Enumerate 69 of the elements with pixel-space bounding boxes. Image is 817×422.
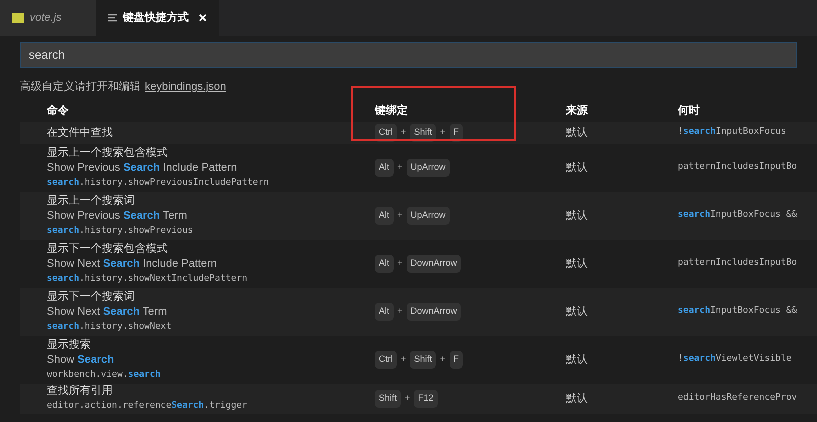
- command-label: 在文件中查找: [47, 126, 114, 140]
- keybindings-link[interactable]: keybindings.json: [145, 79, 226, 96]
- source-cell-text: 默认: [566, 256, 589, 272]
- command-id: search.history.showPrevious: [47, 224, 194, 238]
- command-label: 显示下一个搜索包含模式: [47, 242, 169, 256]
- plus-sign: +: [398, 257, 403, 270]
- keybinding-row[interactable]: 显示上一个搜索词 Show Previous Search Term search.history.showPrevious Alt + UpArrow 默认 searchInputBoxFocus &&: [20, 192, 817, 240]
- key-cap: Shift: [410, 351, 436, 369]
- command-id: editor.action.referenceSearch.trigger: [47, 400, 248, 413]
- key-cap: Ctrl: [375, 351, 397, 369]
- key-cap: DownArrow: [406, 303, 462, 321]
- when-cell-text: searchInputBoxFocus &&: [678, 209, 798, 222]
- source-cell-text: 默认: [566, 126, 589, 141]
- plus-sign: +: [401, 353, 406, 366]
- command-id: workbench.view.search: [47, 368, 162, 382]
- key-cap: Alt: [375, 303, 394, 321]
- close-icon[interactable]: [199, 14, 207, 22]
- command-title: Show Next Search Include Pattern: [47, 256, 218, 272]
- when-cell-text: searchInputBoxFocus &&: [678, 305, 798, 318]
- column-header: 来源: [566, 104, 589, 119]
- key-cap: Alt: [375, 207, 394, 225]
- plus-sign: +: [398, 209, 403, 222]
- when-cell-text: !searchViewletVisible: [678, 353, 793, 366]
- document-icon: [108, 14, 117, 22]
- editor-tab[interactable]: 键盘快捷方式: [96, 0, 219, 36]
- key-cap: Alt: [375, 255, 394, 273]
- source-cell-text: 默认: [566, 160, 589, 176]
- column-header: 何时: [678, 104, 701, 119]
- source-cell-text: 默认: [566, 208, 589, 224]
- plus-sign: +: [398, 305, 403, 318]
- column-header: 键绑定: [374, 104, 409, 119]
- key-cap: DownArrow: [406, 255, 462, 273]
- command-title: Show Previous Search Term: [47, 208, 188, 224]
- key-cap: UpArrow: [406, 159, 450, 177]
- column-header: 命令: [46, 104, 70, 119]
- command-title: Show Previous Search Include Pattern: [47, 160, 238, 176]
- when-cell-text: patternIncludesInputBo: [678, 161, 798, 174]
- source-cell-text: 默认: [566, 392, 589, 407]
- command-title: Show Search: [47, 352, 116, 368]
- command-label: 显示下一个搜索词: [47, 290, 136, 304]
- when-cell-text: patternIncludesInputBo: [678, 257, 798, 270]
- key-cap: F12: [414, 390, 438, 408]
- command-title: Show Next Search Term: [47, 304, 168, 320]
- when-cell-text: !searchInputBoxFocus: [678, 126, 788, 140]
- keybinding-row[interactable]: 在文件中查找 Ctrl + Shift + F 默认 !searchInputBoxFocus: [20, 122, 817, 144]
- plus-sign: +: [398, 161, 403, 174]
- command-label: 查找所有引用: [47, 384, 114, 399]
- command-id: search.history.showNextIncludePattern: [47, 272, 248, 286]
- search-field[interactable]: search: [20, 42, 797, 68]
- key-cap: Shift: [375, 390, 402, 408]
- key-cap: UpArrow: [406, 207, 450, 225]
- source-cell-text: 默认: [566, 304, 589, 320]
- command-label: 显示上一个搜索包含模式: [47, 146, 169, 160]
- source-cell-text: 默认: [566, 352, 589, 368]
- when-cell-text: editorHasReferenceProv: [678, 392, 798, 406]
- plus-sign: +: [440, 126, 446, 140]
- plus-sign: +: [405, 392, 410, 406]
- key-cap: F: [450, 351, 464, 369]
- hint-text: 高级自定义请打开和编辑: [20, 80, 141, 96]
- plus-sign: +: [401, 126, 406, 140]
- command-id: search.history.showNext: [47, 320, 173, 334]
- key-cap: Alt: [375, 159, 394, 177]
- command-label: 显示搜索: [47, 338, 92, 352]
- keybinding-row[interactable]: 查找所有引用 editor.action.referenceSearch.trigger Shift + F12 默认 editorHasReferenceProv: [20, 384, 817, 414]
- plus-sign: +: [440, 353, 446, 366]
- keybinding-row[interactable]: 显示下一个搜索词 Show Next Search Term search.history.showNext Alt + DownArrow 默认 searchInputBoxFocus &&: [20, 288, 817, 336]
- editor-tab[interactable]: vote.js: [0, 0, 96, 36]
- command-label: 显示上一个搜索词: [47, 194, 136, 208]
- command-id: search.history.showPreviousIncludePattern: [47, 176, 270, 190]
